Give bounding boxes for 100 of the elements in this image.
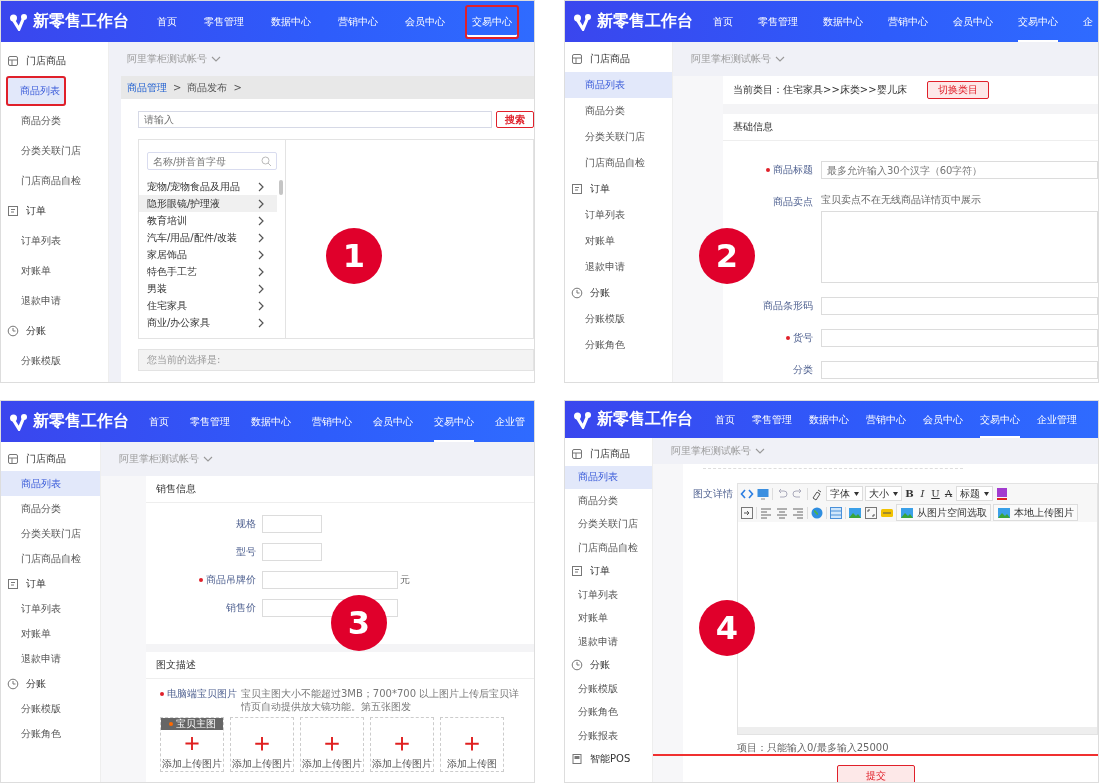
sidebar-item[interactable]: 商品分类: [565, 98, 672, 124]
format-button[interactable]: U: [930, 488, 941, 499]
sidebar-item[interactable]: 商品列表: [6, 76, 66, 106]
nav-tab[interactable]: 交易中心: [1018, 1, 1058, 42]
nav-tab[interactable]: 首页: [157, 1, 177, 42]
nav-tab[interactable]: 会员中心: [923, 401, 963, 438]
nav-tab[interactable]: 营销中心: [888, 1, 928, 42]
breadcrumb-link[interactable]: 商品管理: [127, 80, 167, 95]
input-field[interactable]: [262, 571, 398, 589]
image-upload-tile[interactable]: 添加上传图: [440, 717, 504, 772]
format-button[interactable]: A: [943, 488, 954, 499]
sidebar-item[interactable]: 对账单: [565, 606, 652, 630]
category-item[interactable]: 家居饰品: [139, 246, 277, 263]
nav-tab[interactable]: 首页: [713, 1, 733, 42]
nav-tab[interactable]: 首页: [149, 401, 169, 442]
search-button[interactable]: 搜索: [496, 111, 534, 128]
nav-tab[interactable]: 数据中心: [809, 401, 849, 438]
format-button[interactable]: I: [917, 488, 928, 499]
input-field[interactable]: 最多允许输入30个汉字（60字符）: [821, 161, 1098, 179]
sidebar-item[interactable]: 门店商品自检: [1, 546, 100, 571]
sidebar-item[interactable]: 对账单: [1, 256, 108, 286]
format-button[interactable]: B: [904, 488, 915, 499]
sidebar-item[interactable]: 订单列表: [565, 202, 672, 228]
nav-tab[interactable]: 交易中心: [980, 401, 1020, 438]
category-item[interactable]: 隐形眼镜/护理液: [139, 195, 277, 212]
sidebar-item[interactable]: 商品分类: [1, 496, 100, 521]
sidebar-item[interactable]: 商品列表: [565, 465, 652, 489]
sidebar-item[interactable]: 门店商品自检: [565, 150, 672, 176]
sidebar-item[interactable]: 对账单: [1, 621, 100, 646]
toolbar-button[interactable]: 本地上传图片: [993, 504, 1078, 521]
sidebar-item[interactable]: 分类关联门店: [565, 512, 652, 536]
nav-tab[interactable]: 零售管理: [190, 401, 230, 442]
sidebar-item[interactable]: 分账模版: [1, 696, 100, 721]
nav-tab[interactable]: 会员中心: [373, 401, 413, 442]
category-item[interactable]: 特色手工艺: [139, 263, 277, 280]
image-upload-tile[interactable]: 添加上传图片: [230, 717, 294, 772]
sidebar-item[interactable]: 退款申请: [1, 286, 108, 316]
category-item[interactable]: 住宅家具: [139, 297, 277, 314]
nav-tab[interactable]: 数据中心: [251, 401, 291, 442]
image-upload-tile[interactable]: 添加上传图片: [300, 717, 364, 772]
toolbar-button[interactable]: [740, 504, 754, 521]
input-field[interactable]: [821, 329, 1098, 347]
filter-field[interactable]: 名称/拼音首字母: [147, 152, 277, 170]
sidebar-item[interactable]: 分账模版: [565, 306, 672, 332]
nav-tab[interactable]: 企业管理: [1037, 401, 1077, 438]
submit-button[interactable]: 提交: [836, 765, 915, 782]
nav-tab[interactable]: 会员中心: [405, 1, 445, 42]
category-item[interactable]: 宠物/宠物食品及用品: [139, 178, 277, 195]
nav-tab[interactable]: 数据中心: [271, 1, 311, 42]
sidebar-item[interactable]: 订单列表: [565, 583, 652, 607]
sidebar-item[interactable]: 商品列表: [1, 471, 100, 496]
image-upload-tile[interactable]: 添加上传图片: [370, 717, 434, 772]
nav-tab[interactable]: 交易中心: [434, 401, 474, 442]
sidebar-item[interactable]: 分账角色: [565, 332, 672, 358]
input-field[interactable]: [821, 297, 1098, 315]
toolbar-button[interactable]: [995, 485, 1009, 502]
category-item[interactable]: 男装: [139, 280, 277, 297]
sidebar-item[interactable]: 退款申请: [1, 646, 100, 671]
sidebar-item[interactable]: 分账模版: [565, 677, 652, 701]
sidebar-item[interactable]: 商品分类: [1, 106, 108, 136]
sidebar-item[interactable]: 订单列表: [1, 596, 100, 621]
scrollbar-thumb[interactable]: [279, 180, 283, 195]
category-item[interactable]: 教育培训: [139, 212, 277, 229]
sidebar-item[interactable]: 对账单: [565, 228, 672, 254]
sidebar-item[interactable]: 分账模版: [1, 346, 108, 376]
text-area[interactable]: [821, 211, 1098, 283]
input-field[interactable]: [262, 515, 322, 533]
sidebar-item[interactable]: 分类关联门店: [1, 136, 108, 166]
sidebar-item[interactable]: 门店商品自检: [1, 166, 108, 196]
toolbar-dropdown[interactable]: 字体: [826, 486, 863, 501]
nav-tab[interactable]: 数据中心: [823, 1, 863, 42]
sidebar-item[interactable]: 退款申请: [565, 630, 652, 654]
nav-tab[interactable]: 首页: [715, 401, 735, 438]
nav-tab[interactable]: 会员中心: [953, 1, 993, 42]
nav-tab[interactable]: 营销中心: [312, 401, 352, 442]
nav-tab[interactable]: 交易中心: [465, 4, 519, 39]
category-item[interactable]: 商业/办公家具: [139, 314, 277, 331]
switch-category-button[interactable]: 切换类目: [926, 81, 989, 99]
nav-tab[interactable]: 企: [1083, 1, 1093, 42]
toolbar-dropdown[interactable]: 大小: [865, 486, 902, 501]
sidebar-item[interactable]: 商品列表: [565, 72, 672, 98]
sidebar-item[interactable]: 分账角色: [565, 700, 652, 724]
toolbar-button[interactable]: [829, 504, 843, 521]
toolbar-button[interactable]: [864, 504, 878, 521]
image-upload-tile[interactable]: 宝贝主图 添加上传图片: [160, 717, 224, 772]
nav-tab[interactable]: 零售管理: [204, 1, 244, 42]
sidebar-item[interactable]: 分账报表: [565, 724, 652, 748]
sidebar-item[interactable]: 订单列表: [1, 226, 108, 256]
sidebar-item[interactable]: 分类关联门店: [1, 521, 100, 546]
sidebar-item[interactable]: 分类关联门店: [565, 124, 672, 150]
sidebar-item[interactable]: 分账角色: [1, 721, 100, 746]
toolbar-dropdown[interactable]: 标题: [956, 486, 993, 501]
input-field[interactable]: [262, 543, 322, 561]
category-item[interactable]: 汽车/用品/配件/改装: [139, 229, 277, 246]
nav-tab[interactable]: 零售管理: [758, 1, 798, 42]
nav-tab[interactable]: 企业管: [495, 401, 525, 442]
sidebar-item[interactable]: 商品分类: [565, 489, 652, 513]
sidebar-item[interactable]: 门店商品自检: [565, 536, 652, 560]
sidebar-item[interactable]: 退款申请: [565, 254, 672, 280]
search-field[interactable]: 请输入: [138, 111, 492, 128]
